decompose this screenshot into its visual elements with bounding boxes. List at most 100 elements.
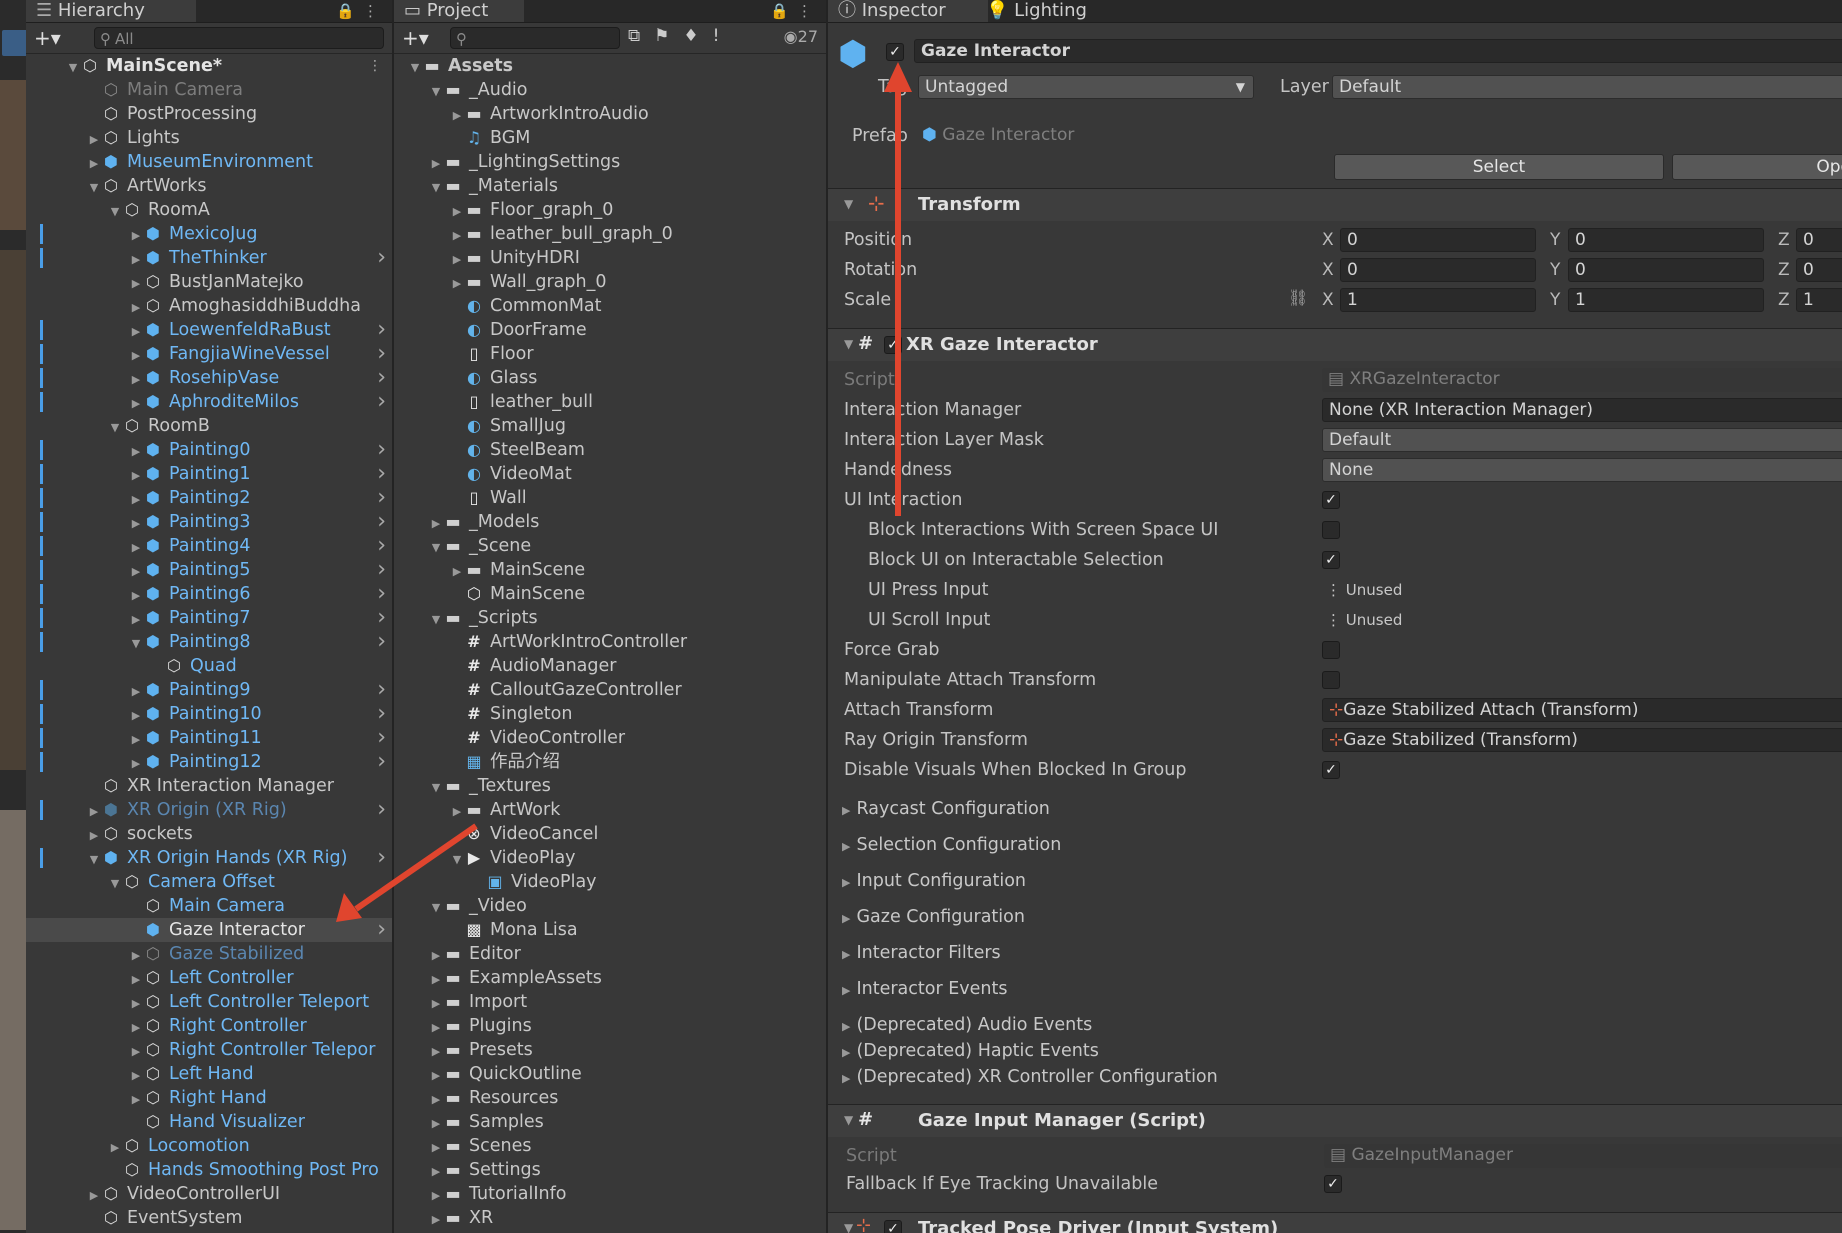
chevron-right-icon[interactable]: › [377,390,386,414]
project-item[interactable]: # CalloutGazeController [394,678,826,702]
expand-closed-icon[interactable]: ▶ [429,992,443,1016]
expand-closed-icon[interactable]: ▶ [429,1184,443,1208]
project-item[interactable]: ▶ ▬ TutorialInfo [394,1182,826,1206]
chevron-right-icon[interactable]: › [377,534,386,558]
expand-closed-icon[interactable]: ▶ [129,536,143,560]
tracked-pose-driver-header[interactable]: ▼ ⊹ ✓ Tracked Pose Driver (Input System) [828,1212,1842,1233]
ui-interaction-checkbox[interactable]: ✓ [1322,491,1340,509]
foldout-raycast-configuration[interactable]: ▶ Raycast Configuration [842,796,1050,824]
foldout-gaze-configuration[interactable]: ▶ Gaze Configuration [842,904,1025,932]
project-item[interactable]: ▶ ▬ MainScene [394,558,826,582]
hierarchy-item[interactable]: ▶ ⬡ Right Controller [26,1014,392,1038]
foldout-deprecated-audio-events[interactable]: ▶ (Deprecated) Audio Events [842,1012,1092,1040]
expand-closed-icon[interactable]: ▶ [129,752,143,776]
expand-closed-icon[interactable]: ▶ [129,944,143,968]
project-item[interactable]: ⊗ VideoCancel [394,822,826,846]
expand-closed-icon[interactable]: ▶ [129,1088,143,1112]
scale-y-field[interactable]: 1 [1568,288,1764,312]
project-item[interactable]: ▯ leather_bull [394,390,826,414]
position-x-field[interactable]: 0 [1340,228,1536,252]
hierarchy-item[interactable]: ⬡ EventSystem [26,1206,392,1230]
project-item[interactable]: ▼ ▬ _Textures [394,774,826,798]
expand-closed-icon[interactable]: ▶ [429,1016,443,1040]
expand-closed-icon[interactable]: ▶ [129,224,143,248]
expand-closed-icon[interactable]: ▶ [129,728,143,752]
expand-closed-icon[interactable]: ▶ [108,1136,122,1160]
expand-open-icon[interactable]: ▼ [429,608,443,632]
project-item[interactable]: ▶ ▬ Import [394,990,826,1014]
fallback-checkbox[interactable]: ✓ [1324,1175,1342,1193]
tag-dropdown[interactable]: Untagged ▼ [918,75,1254,99]
chevron-right-icon[interactable]: › [377,462,386,486]
project-item[interactable]: ◐ Glass [394,366,826,390]
chevron-right-icon[interactable]: › [377,630,386,654]
chevron-right-icon[interactable]: › [377,918,386,942]
expand-closed-icon[interactable]: ▶ [450,200,464,224]
project-item[interactable]: ▶ ▬ Presets [394,1038,826,1062]
chevron-right-icon[interactable]: › [377,726,386,750]
hierarchy-item[interactable]: ▶ ⬢ AphroditeMilos › [26,390,392,414]
project-item[interactable]: # Singleton [394,702,826,726]
hierarchy-item[interactable]: ▶ ⬢ Painting11 › [26,726,392,750]
project-item[interactable]: ▶ ▬ ArtWork [394,798,826,822]
expand-open-icon[interactable]: ▼ [87,848,101,872]
project-item[interactable]: ▼ ▬ Assets [394,54,826,78]
expand-closed-icon[interactable]: ▶ [129,512,143,536]
hierarchy-item[interactable]: ⬡ Main Camera [26,78,392,102]
hierarchy-item[interactable]: ▶ ⬢ Painting4 › [26,534,392,558]
expand-open-icon[interactable]: ▼ [108,200,122,224]
expand-closed-icon[interactable]: ▶ [450,248,464,272]
project-item[interactable]: ⬡ MainScene [394,582,826,606]
expand-open-icon[interactable]: ▼ [429,80,443,104]
project-item[interactable]: # VideoController [394,726,826,750]
project-item[interactable]: ▶ ▬ Editor [394,942,826,966]
hierarchy-item[interactable]: ▼ ⬡ MainScene* ⋮ [26,54,392,78]
scene-menu-icon[interactable]: ⋮ [368,54,382,78]
chevron-right-icon[interactable]: › [377,606,386,630]
project-item[interactable]: ▶ ▬ ExampleAssets [394,966,826,990]
project-item[interactable]: ◐ DoorFrame [394,318,826,342]
hierarchy-item[interactable]: ▼ ⬢ Painting8 › [26,630,392,654]
chevron-right-icon[interactable]: › [377,702,386,726]
chevron-right-icon[interactable]: › [377,342,386,366]
hierarchy-item[interactable]: ▼ ⬡ Camera Offset [26,870,392,894]
project-item[interactable]: ▩ Mona Lisa [394,918,826,942]
chevron-right-icon[interactable]: › [377,846,386,870]
project-item[interactable]: ▼ ▬ _Video [394,894,826,918]
project-item[interactable]: ◐ SteelBeam [394,438,826,462]
project-item[interactable]: ▼ ▬ _Scene [394,534,826,558]
chevron-right-icon[interactable]: › [377,510,386,534]
project-item[interactable]: ▶ ▬ Wall_graph_0 [394,270,826,294]
expand-closed-icon[interactable]: ▶ [129,1016,143,1040]
expand-open-icon[interactable]: ▼ [108,416,122,440]
gaze-script-field[interactable]: ▤ GazeInputManager [1324,1144,1842,1168]
ray-origin-field[interactable]: ⊹Gaze Stabilized (Transform) [1322,728,1842,752]
hierarchy-item[interactable]: ▶ ⬢ Painting3 › [26,510,392,534]
xr-gaze-interactor-header[interactable]: ▼ # ✓ XR Gaze Interactor [828,328,1842,361]
expand-closed-icon[interactable]: ▶ [429,1160,443,1184]
foldout-input-configuration[interactable]: ▶ Input Configuration [842,868,1026,896]
hierarchy-item[interactable]: ▶ ⬡ AmoghasiddhiBuddha [26,294,392,318]
foldout-selection-configuration[interactable]: ▶ Selection Configuration [842,832,1061,860]
handedness-dropdown[interactable]: None [1322,458,1842,482]
expand-closed-icon[interactable]: ▶ [129,992,143,1016]
expand-closed-icon[interactable]: ▶ [429,1136,443,1160]
scale-x-field[interactable]: 1 [1340,288,1536,312]
expand-closed-icon[interactable]: ▶ [429,152,443,176]
expand-closed-icon[interactable]: ▶ [429,1040,443,1064]
expand-open-icon[interactable]: ▼ [450,848,464,872]
project-item[interactable]: ▯ Floor [394,342,826,366]
attach-transform-field[interactable]: ⊹Gaze Stabilized Attach (Transform) [1322,698,1842,722]
hierarchy-item[interactable]: ▶ ⬡ VideoControllerUI [26,1182,392,1206]
hierarchy-item[interactable]: ▶ ⬢ LoewenfeldRaBust › [26,318,392,342]
hierarchy-item[interactable]: ⬡ PostProcessing [26,102,392,126]
prefab-select-button[interactable]: Select [1334,154,1664,180]
hierarchy-item[interactable]: ▶ ⬢ RosehipVase › [26,366,392,390]
expand-closed-icon[interactable]: ▶ [129,1040,143,1064]
expand-open-icon[interactable]: ▼ [408,56,422,80]
hierarchy-item[interactable]: ▶ ⬢ TheThinker › [26,246,392,270]
project-tab-icons[interactable]: 🔒⋮ [770,0,820,22]
hierarchy-item[interactable]: ▶ ⬡ BustJanMatejko [26,270,392,294]
script-field[interactable]: ▤ XRGazeInteractor [1322,368,1842,392]
manipulate-attach-checkbox[interactable] [1322,671,1340,689]
